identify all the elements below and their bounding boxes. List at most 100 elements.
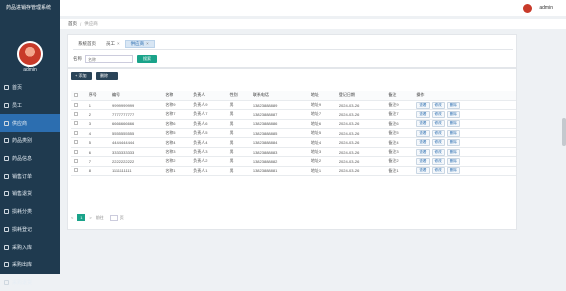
row-checkbox[interactable] [74, 111, 78, 116]
table-cell: 地址5 [307, 128, 336, 139]
table-cell: 2024-03-26 [335, 119, 386, 130]
column-header: 编号 [109, 91, 163, 101]
sidebar-item[interactable]: 首页 [0, 79, 60, 97]
delete-row-button[interactable]: 删除 [446, 120, 460, 128]
add-button[interactable]: + 添加 [71, 72, 92, 80]
tab-supplier[interactable]: 供应商 × [124, 40, 155, 48]
table-cell: 13823888886 [249, 119, 308, 130]
row-select-cell [71, 100, 86, 111]
edit-button[interactable]: 修改 [431, 139, 445, 147]
tab-employee-label: 员工 [106, 41, 115, 46]
table-cell: 名称4 [162, 137, 191, 148]
delete-row-button[interactable]: 删除 [446, 167, 460, 175]
edit-button[interactable]: 修改 [431, 120, 445, 128]
user-avatar-icon[interactable] [523, 4, 532, 13]
breadcrumb-home[interactable]: 首页 [68, 21, 77, 27]
topbar-username[interactable]: admin [539, 5, 553, 11]
edit-button[interactable]: 修改 [431, 101, 445, 109]
view-button[interactable]: 查看 [416, 129, 430, 137]
prev-page-button[interactable]: < [71, 215, 73, 220]
table-cell: 备注4 [385, 137, 414, 148]
table-cell: 负责人4 [190, 137, 227, 148]
view-button[interactable]: 查看 [416, 110, 430, 118]
table-cell: 2024-03-26 [335, 147, 386, 158]
table-cell: 名称5 [162, 128, 191, 139]
delete-row-button[interactable]: 删除 [446, 139, 460, 147]
sidebar-item[interactable]: 采购退货 [0, 274, 60, 291]
delete-row-button[interactable]: 删除 [446, 157, 460, 165]
delete-row-button[interactable]: 删除 [446, 129, 460, 137]
edit-button[interactable]: 修改 [431, 157, 445, 165]
table-cell: 5 [85, 137, 109, 148]
table-row: 1 9999999999 名称9 负责人9 男 13823888889 地址9 2024-03… [71, 100, 516, 111]
sidebar-item[interactable]: 供应商 [0, 114, 60, 133]
table-cell: 负责人1 [190, 166, 227, 177]
sidebar-item[interactable]: 药品类别 [0, 132, 60, 150]
search-button[interactable]: 搜索 [137, 55, 157, 63]
column-header: 负责人 [190, 91, 227, 101]
sidebar-item-label: 药品信息 [12, 156, 33, 163]
column-header: 登记日期 [335, 91, 386, 101]
row-checkbox[interactable] [74, 158, 78, 163]
row-checkbox[interactable] [74, 149, 78, 154]
table-row: 3 6666666666 名称6 负责人6 男 13823888886 地址6 2024-03… [71, 119, 516, 130]
sidebar-item[interactable]: 销售退货 [0, 185, 60, 203]
view-button[interactable]: 查看 [416, 139, 430, 147]
edit-button[interactable]: 修改 [431, 148, 445, 156]
row-checkbox[interactable] [74, 140, 78, 145]
sidebar-item[interactable]: 损耗登记 [0, 221, 60, 239]
sidebar-item-label: 损耗分类 [12, 209, 33, 216]
next-page-button[interactable]: > [89, 215, 91, 220]
current-page[interactable]: 1 [77, 214, 86, 221]
row-checkbox[interactable] [74, 130, 78, 135]
table-cell: 备注9 [385, 100, 414, 111]
row-actions: 查看 修改 删除 [413, 147, 516, 158]
tab-employee[interactable]: 员工 × [101, 41, 125, 47]
table-cell: 2222222222 [109, 156, 163, 167]
delete-row-button[interactable]: 删除 [446, 101, 460, 109]
row-checkbox[interactable] [74, 121, 78, 126]
sidebar-item-label: 采购出库 [12, 262, 33, 269]
table-cell: 7 [85, 156, 109, 167]
search-input[interactable] [85, 55, 133, 63]
row-checkbox[interactable] [74, 168, 78, 173]
view-button[interactable]: 查看 [416, 148, 430, 156]
table-row: 4 5555555555 名称5 负责人5 男 13823888885 地址5 2024-03… [71, 128, 516, 139]
view-button[interactable]: 查看 [416, 157, 430, 165]
table-cell: 男 [226, 119, 250, 130]
edit-button[interactable]: 修改 [431, 110, 445, 118]
close-icon[interactable]: × [117, 41, 120, 46]
table-cell: 1 [85, 100, 109, 111]
table-cell: 13823888884 [249, 137, 308, 148]
row-checkbox[interactable] [74, 102, 78, 107]
sidebar-username: admin [23, 67, 37, 73]
column-header[interactable] [71, 91, 86, 101]
delete-row-button[interactable]: 删除 [446, 110, 460, 118]
sidebar-item[interactable]: 损耗分类 [0, 203, 60, 221]
select-all-checkbox[interactable] [74, 92, 78, 97]
avatar[interactable] [17, 41, 43, 67]
tab-home[interactable]: 系统首页 [73, 41, 101, 47]
menu-icon [4, 209, 9, 215]
close-icon[interactable]: × [146, 41, 149, 46]
delete-row-button[interactable]: 删除 [446, 148, 460, 156]
main-area: admin 首页 / 供应商 系统首页 员工× 供应商× 名称 搜索 + 添加 … [60, 0, 566, 274]
view-button[interactable]: 查看 [416, 101, 430, 109]
edit-button[interactable]: 修改 [431, 167, 445, 175]
sidebar-item[interactable]: 销售订单 [0, 167, 60, 185]
view-button[interactable]: 查看 [416, 167, 430, 175]
table-row: 6 3333333333 名称3 负责人3 男 13823888883 地址3 2024-03… [71, 147, 516, 158]
edit-button[interactable]: 修改 [431, 129, 445, 137]
menu-icon [4, 138, 9, 144]
sidebar-item[interactable]: 药品信息 [0, 150, 60, 168]
sidebar-item[interactable]: 采购出库 [0, 256, 60, 274]
page-jump-input[interactable] [109, 214, 118, 221]
view-button[interactable]: 查看 [416, 120, 430, 128]
delete-button[interactable]: 删除 [96, 72, 118, 80]
column-header: 操作 [413, 91, 516, 101]
sidebar-item[interactable]: 员工 [0, 97, 60, 115]
sidebar-item[interactable]: 采购入库 [0, 238, 60, 256]
scrollbar[interactable] [562, 118, 566, 146]
menu-icon [4, 262, 9, 268]
table-cell: 地址3 [307, 147, 336, 158]
